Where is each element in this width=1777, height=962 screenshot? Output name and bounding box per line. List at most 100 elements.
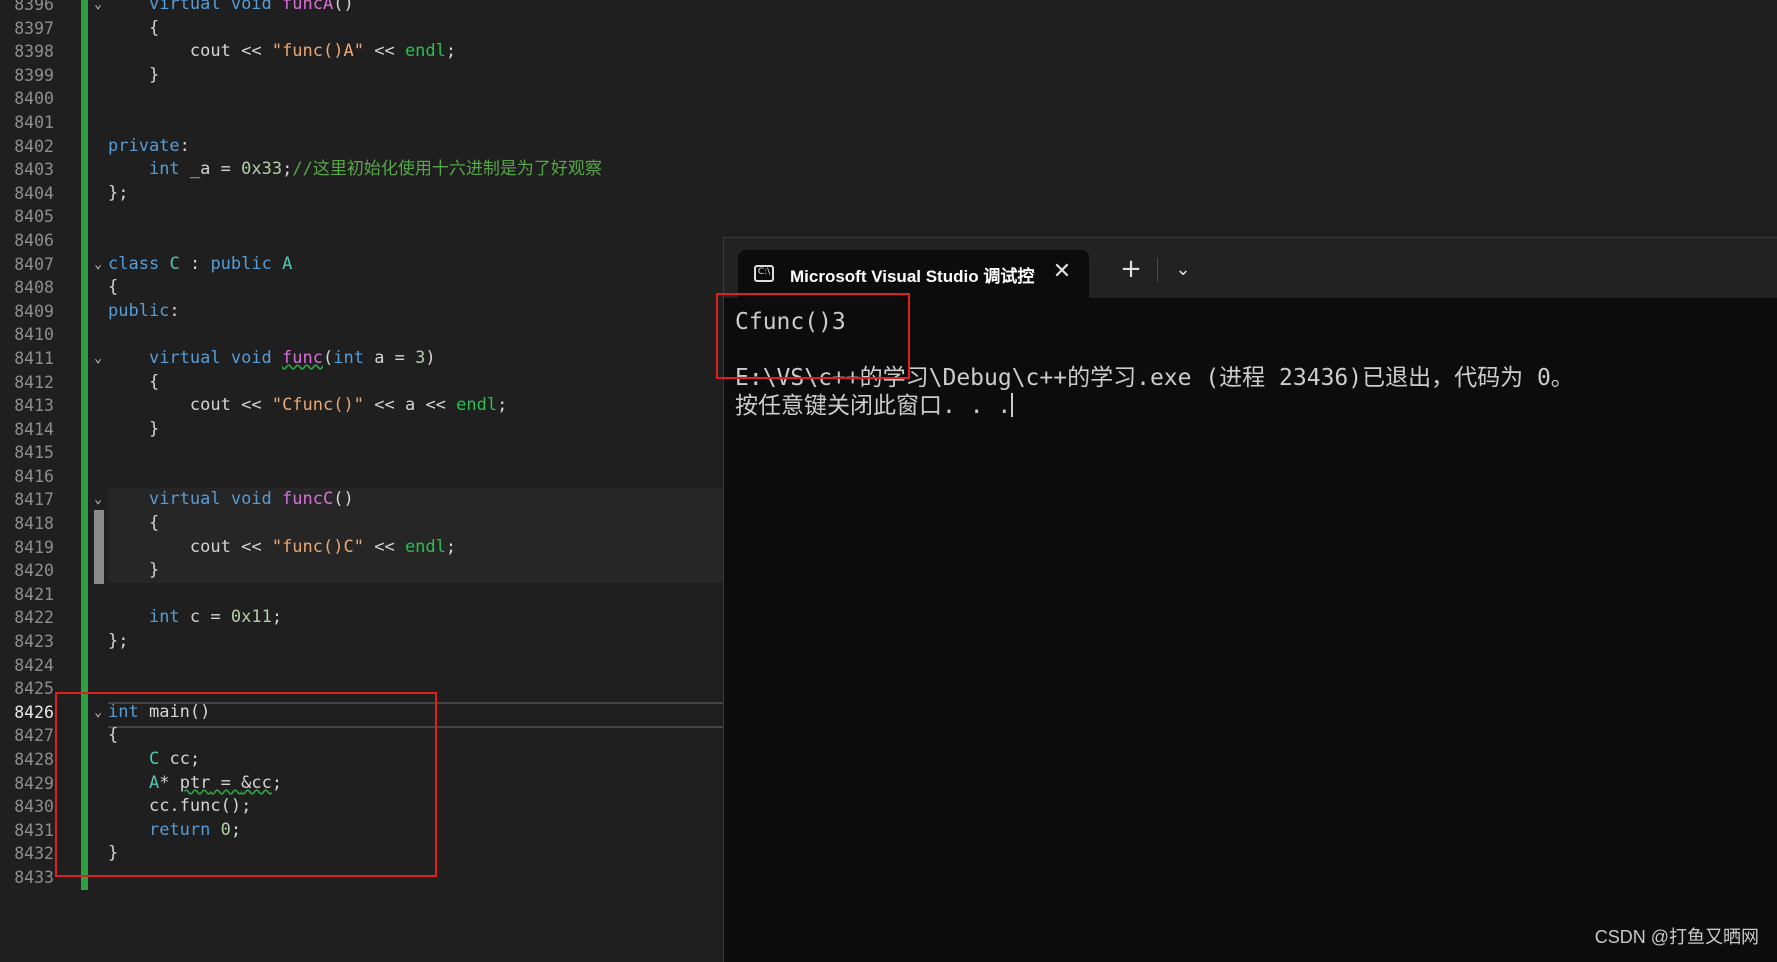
keyword: class	[108, 253, 160, 274]
keyword: public	[210, 253, 272, 274]
line-number: 8400	[14, 89, 54, 109]
code-line: int _a = 0x33;//这里初始化使用十六进制是为了好观察	[148, 159, 602, 180]
line-number: 8417	[14, 490, 54, 510]
function-name: funcA	[282, 0, 334, 14]
line-number: 8410	[14, 325, 54, 345]
line-number: 8405	[14, 207, 54, 227]
terminal-tab[interactable]: C:\ Microsoft Visual Studio 调试控制台 ✕	[738, 250, 1089, 298]
code-line: virtual void funcA()	[108, 0, 1777, 17]
line-number: 8398	[14, 42, 54, 62]
identifier: cout	[189, 41, 231, 62]
keyword: virtual void	[148, 489, 272, 510]
line-number: 8412	[14, 372, 54, 392]
function-name: funcC	[282, 489, 334, 510]
line-number: 8416	[14, 466, 54, 486]
tab-title: Microsoft Visual Studio 调试控制台	[790, 267, 1035, 286]
string-literal: "func()A"	[271, 41, 364, 62]
identifier: _a	[189, 159, 211, 180]
line-number: 8424	[14, 655, 54, 675]
access-specifier: private	[108, 135, 180, 156]
line-number: 8430	[14, 797, 54, 817]
line-number: 8425	[14, 679, 54, 699]
output-line: 按任意键关闭此窗口. . .	[735, 392, 1768, 420]
line-number: 8413	[14, 396, 54, 416]
line-number: 8402	[14, 136, 54, 156]
line-number-gutter: 8396 8397 8398 8399 8400 8401 8402 8403 8404 8405…	[0, 0, 60, 890]
identifier: cout	[189, 536, 231, 557]
identifier: a	[404, 395, 416, 416]
keyword: int	[148, 607, 180, 628]
line-number: 8428	[14, 750, 54, 769]
line-number: 8427	[14, 726, 54, 746]
line-number: 8418	[14, 514, 54, 534]
line-number: 8429	[14, 773, 54, 793]
line-number: 8403	[14, 160, 54, 180]
watermark: CSDN @打鱼又晒网	[1594, 927, 1759, 947]
code-line: };	[108, 182, 129, 203]
close-icon[interactable]: ✕	[1048, 258, 1076, 286]
line-number: 8415	[14, 443, 54, 463]
identifier: endl	[404, 41, 446, 62]
keyword: virtual void	[148, 347, 272, 368]
line-number: 8404	[14, 183, 54, 203]
identifier: cout	[189, 395, 231, 416]
line-number: 8408	[14, 278, 54, 298]
fold-chevron-icon[interactable]: ⌄	[90, 488, 106, 512]
code-line: {	[148, 17, 160, 38]
output-text: 按任意键关闭此窗口. . .	[735, 393, 1012, 419]
fold-chevron-icon[interactable]: ⌄	[90, 0, 106, 17]
string-literal: "func()C"	[271, 536, 364, 557]
chevron-down-icon[interactable]: ⌄	[1166, 254, 1200, 286]
line-number: 8409	[14, 301, 54, 321]
line-number: 8421	[14, 584, 54, 604]
line-number: 8423	[14, 632, 54, 652]
line-number: 8431	[14, 820, 54, 840]
number-literal: 0x11	[230, 607, 272, 628]
annotation-box-output	[716, 293, 910, 379]
line-number: 8396	[14, 0, 54, 14]
type-name: A	[282, 253, 293, 274]
code-line: cout << "func()A" << endl;	[189, 41, 457, 62]
keyword: int	[148, 159, 180, 180]
line-number: 8401	[14, 112, 54, 132]
string-literal: "Cfunc()"	[271, 395, 364, 416]
keyword: virtual void	[148, 0, 272, 14]
line-number: 8422	[14, 608, 54, 628]
line-number: 8414	[14, 419, 54, 439]
new-tab-button[interactable]: +	[1114, 254, 1148, 286]
console-icon: C:\	[754, 265, 774, 282]
comment: //这里初始化使用十六进制是为了好观察	[292, 159, 602, 180]
line-number: 8419	[14, 537, 54, 557]
fold-chevron-icon[interactable]: ⌄	[90, 253, 106, 277]
line-number: 8411	[14, 348, 54, 368]
function-name: func	[282, 347, 323, 368]
code-line: }	[148, 64, 160, 85]
access-specifier: public	[108, 300, 170, 321]
fold-chevron-icon[interactable]: ⌄	[90, 347, 106, 371]
line-number: 8407	[14, 254, 54, 274]
number-literal: 0x33	[241, 159, 283, 180]
line-number: 8426	[14, 702, 54, 722]
line-number: 8399	[14, 65, 54, 85]
